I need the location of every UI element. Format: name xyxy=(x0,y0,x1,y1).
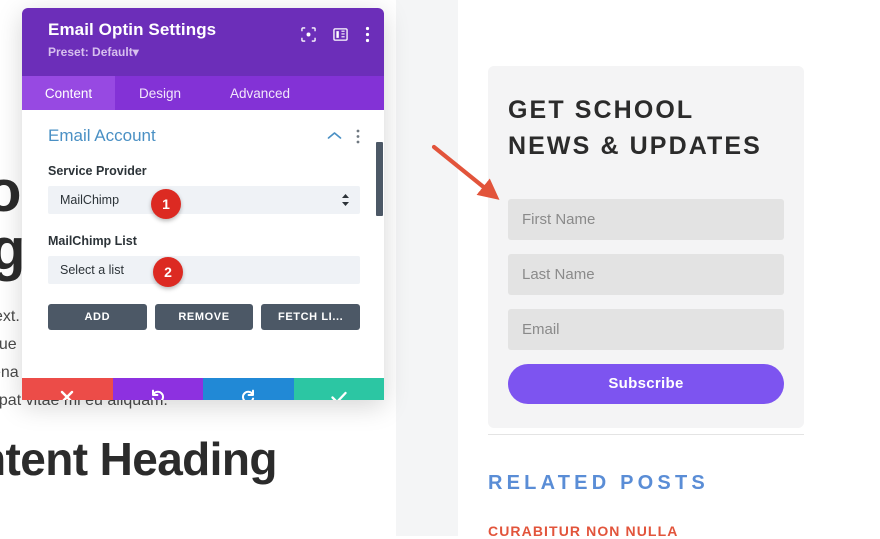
mailchimp-list-label: MailChimp List xyxy=(48,234,137,248)
annotation-badge-2: 2 xyxy=(153,257,183,287)
modal-scrollbar[interactable] xyxy=(376,110,384,378)
email-optin-settings-modal: Email Optin Settings Preset: Default▾ Co… xyxy=(22,8,384,400)
optin-title: GET SCHOOL NEWS & UPDATES xyxy=(508,96,762,161)
kebab-menu-icon[interactable] xyxy=(365,26,370,43)
preset-selector[interactable]: Preset: Default▾ xyxy=(48,45,368,59)
modal-action-bar xyxy=(22,378,384,400)
undo-icon xyxy=(151,389,164,400)
redo-icon xyxy=(242,389,255,400)
modal-header-icon-group xyxy=(301,26,370,43)
mailchimp-list-value: Select a list xyxy=(60,263,124,277)
preset-caret-icon: ▾ xyxy=(132,45,139,59)
sidebar-divider xyxy=(488,434,804,435)
list-action-button-row: ADD REMOVE FETCH LI... xyxy=(48,304,361,330)
mailchimp-list-select[interactable]: Select a list xyxy=(48,256,360,284)
check-icon xyxy=(331,391,347,400)
layout-icon[interactable] xyxy=(333,27,348,42)
redo-button[interactable] xyxy=(203,378,294,400)
preset-label: Preset: Default xyxy=(48,45,133,59)
cancel-button[interactable] xyxy=(22,378,113,400)
section-title-email-account[interactable]: Email Account xyxy=(48,126,327,146)
modal-tab-bar: Content Design Advanced xyxy=(22,76,384,110)
annotation-badge-1: 1 xyxy=(151,189,181,219)
remove-button[interactable]: REMOVE xyxy=(154,304,254,330)
background-column-strip xyxy=(396,0,458,536)
background-body-line-1: ext. xyxy=(0,308,20,325)
tab-advanced[interactable]: Advanced xyxy=(205,76,315,110)
last-name-input[interactable] xyxy=(508,253,784,295)
kebab-menu-icon[interactable] xyxy=(356,129,360,144)
modal-scrollbar-thumb[interactable] xyxy=(376,142,383,216)
email-optin-module: GET SCHOOL NEWS & UPDATES Subscribe xyxy=(488,66,804,428)
focus-icon[interactable] xyxy=(301,27,316,42)
subscribe-button[interactable]: Subscribe xyxy=(508,363,784,404)
save-button[interactable] xyxy=(293,378,384,400)
service-provider-select[interactable]: MailChimp xyxy=(48,186,360,214)
tab-content[interactable]: Content xyxy=(22,76,115,110)
select-updown-caret-icon xyxy=(341,193,350,207)
related-posts-heading: RELATED POSTS xyxy=(488,472,709,494)
add-button[interactable]: ADD xyxy=(48,304,147,330)
chevron-up-icon[interactable] xyxy=(327,131,342,141)
background-body-line-2: gue xyxy=(0,336,17,353)
fetch-lists-button[interactable]: FETCH LI... xyxy=(261,304,361,330)
background-content-heading: ntent Heading xyxy=(0,433,277,485)
service-provider-label: Service Provider xyxy=(48,164,147,178)
first-name-input[interactable] xyxy=(508,198,784,240)
undo-button[interactable] xyxy=(112,378,203,400)
close-icon xyxy=(61,390,74,400)
modal-header: Email Optin Settings Preset: Default▾ xyxy=(22,8,384,76)
related-post-link[interactable]: CURABITUR NON NULLA xyxy=(488,523,678,539)
background-body-line-3: ena xyxy=(0,364,19,381)
service-provider-value: MailChimp xyxy=(60,193,120,207)
modal-body: Email Account Service Provider MailChimp xyxy=(22,110,384,378)
email-input[interactable] xyxy=(508,308,784,350)
email-account-section-header: Email Account xyxy=(48,126,360,146)
tab-design[interactable]: Design xyxy=(115,76,205,110)
